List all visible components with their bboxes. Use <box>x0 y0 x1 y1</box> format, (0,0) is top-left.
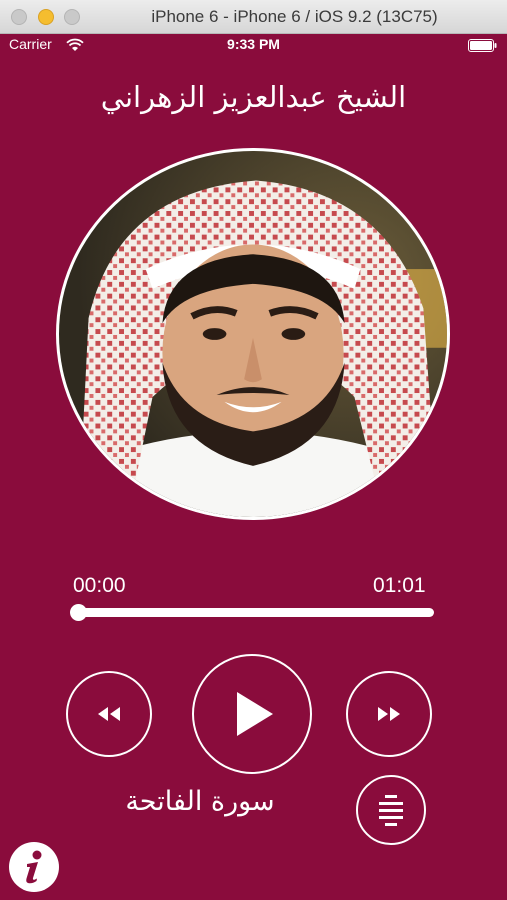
rewind-icon <box>98 707 120 721</box>
window-close-button[interactable] <box>11 9 27 25</box>
play-icon <box>237 692 273 736</box>
fast-forward-icon <box>378 707 400 721</box>
status-bar: Carrier 9:33 PM <box>0 34 507 56</box>
battery-icon <box>468 39 497 52</box>
reciter-name: الشيخ عبدالعزيز الزهراني <box>100 80 407 114</box>
status-time: 9:33 PM <box>227 36 280 52</box>
surah-name: سورة الفاتحة <box>125 786 275 817</box>
progress-slider[interactable] <box>70 604 434 621</box>
rewind-button[interactable] <box>66 671 152 757</box>
window-minimize-button[interactable] <box>38 9 54 25</box>
window-title: iPhone 6 - iPhone 6 / iOS 9.2 (13C75) <box>151 7 438 26</box>
window-zoom-button[interactable] <box>64 9 80 25</box>
play-button[interactable] <box>192 654 312 774</box>
fast-forward-button[interactable] <box>346 671 432 757</box>
simulator-titlebar: iPhone 6 - iPhone 6 / iOS 9.2 (13C75) <box>0 0 507 34</box>
info-button[interactable] <box>9 842 59 892</box>
elapsed-time: 00:00 <box>73 574 126 597</box>
info-icon <box>26 850 42 884</box>
playlist-button[interactable] <box>356 775 426 845</box>
progress-knob[interactable] <box>70 604 87 621</box>
reciter-portrait <box>56 148 450 520</box>
app-screen: Carrier 9:33 PM الشيخ عبدالعزيز الزهراني <box>0 34 507 900</box>
list-icon <box>379 795 403 826</box>
total-duration: 01:01 <box>373 574 426 597</box>
